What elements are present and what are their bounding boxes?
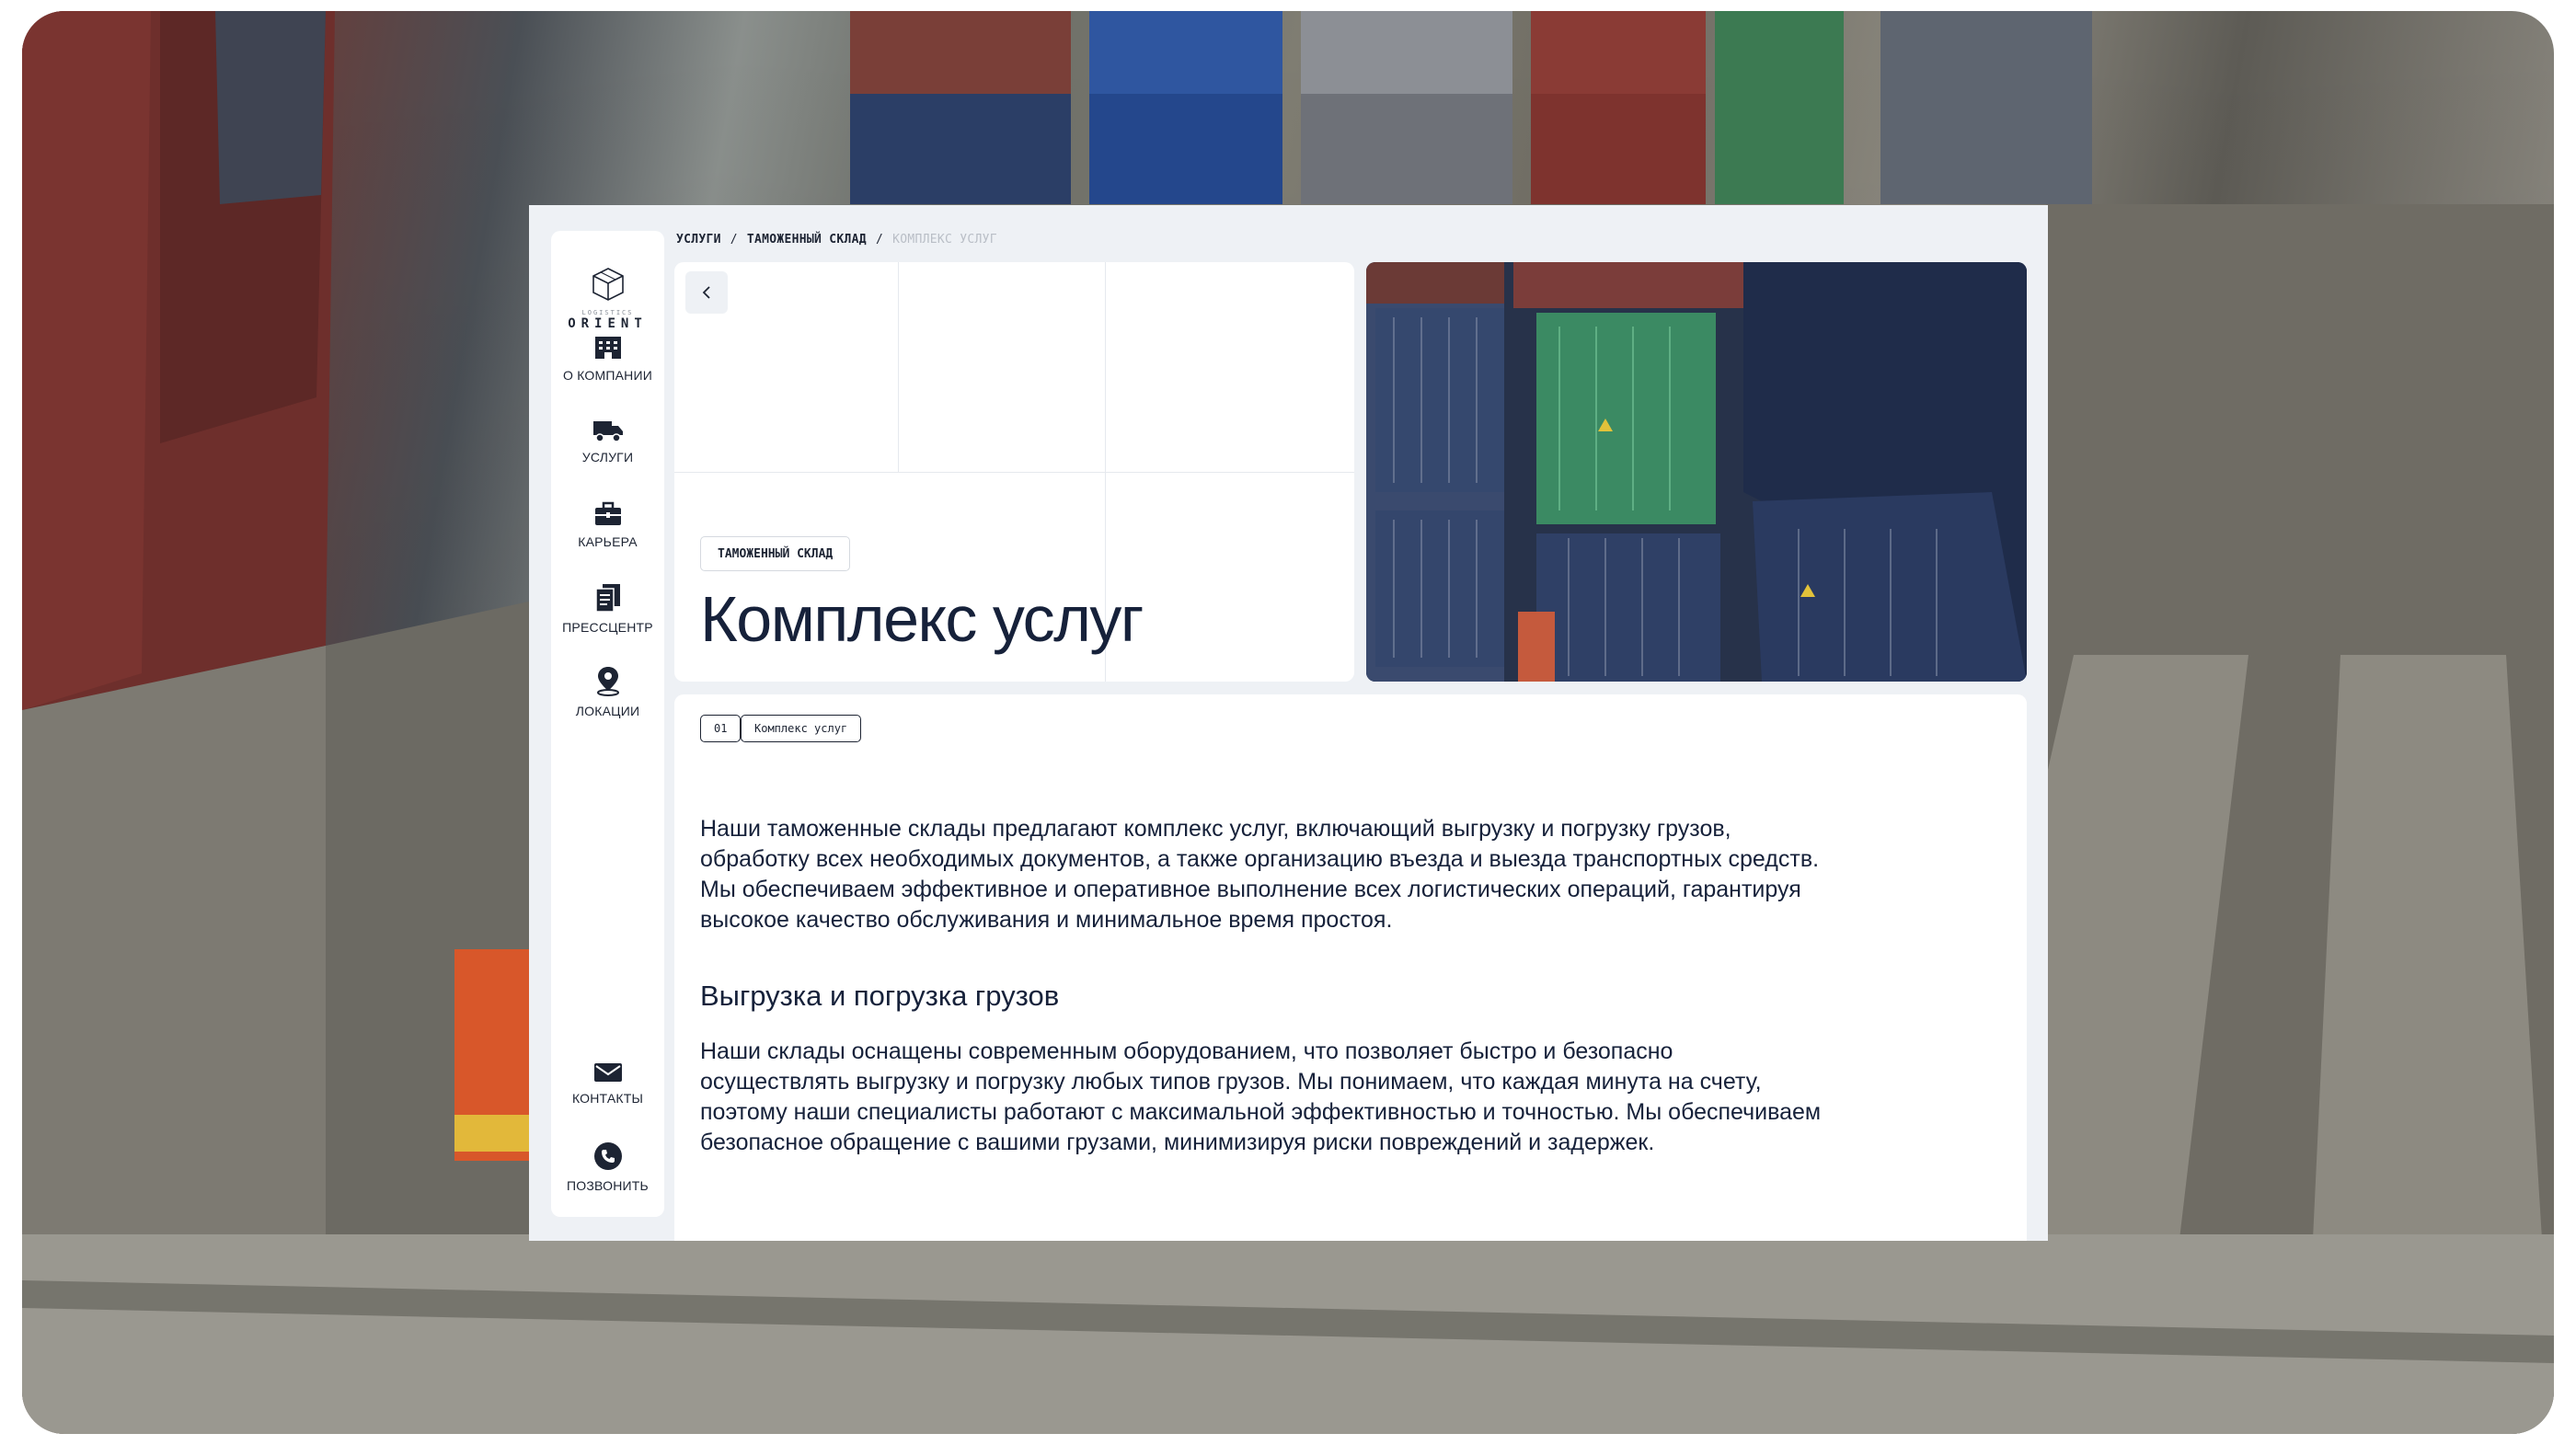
intro-paragraph: Наши таможенные склады предлагают компле… <box>700 816 1820 933</box>
page-title: Комплекс услуг <box>700 583 1144 655</box>
logo-subtitle: LOGISTICS <box>581 309 634 316</box>
grid-line <box>674 472 1354 473</box>
content-card: 01 Комплекс услуг Наши таможенные склады… <box>674 694 2027 1241</box>
sidebar-item-contacts[interactable]: КОНТАКТЫ <box>551 1061 664 1135</box>
mail-icon <box>593 1063 622 1082</box>
call-button[interactable]: ПОЗВОНИТЬ <box>551 1141 664 1215</box>
section-label-chip[interactable]: Комплекс услуг <box>741 715 862 742</box>
breadcrumb-item-current: КОМПЛЕКС УСЛУГ <box>892 233 997 247</box>
sidebar-item-label: ПОЗВОНИТЬ <box>567 1178 649 1193</box>
sidebar-item-label: КАРЬЕРА <box>578 534 638 549</box>
location-pin-icon <box>596 667 619 696</box>
breadcrumb-separator: / <box>875 233 884 247</box>
sidebar-item-label: О КОМПАНИИ <box>563 368 652 383</box>
hero-card: ТАМОЖЕННЫЙ СКЛАД Комплекс услуг <box>674 262 1354 682</box>
sidebar-item-presscenter[interactable]: ПРЕССЦЕНТР <box>551 583 664 657</box>
sidebar-item-about[interactable]: О КОМПАНИИ <box>551 335 664 408</box>
category-tag: ТАМОЖЕННЫЙ СКЛАД <box>700 536 851 571</box>
briefcase-icon <box>594 501 621 525</box>
section-paragraph: Наши склады оснащены современным оборудо… <box>700 1038 1822 1155</box>
sidebar-item-label: КОНТАКТЫ <box>571 1091 644 1106</box>
sidebar-item-label: ЛОКАЦИИ <box>575 704 640 718</box>
section-number-chip: 01 <box>700 715 742 742</box>
breadcrumb: УСЛУГИ / ТАМОЖЕННЫЙ СКЛАД / КОМПЛЕКС УСЛУГ <box>676 233 997 247</box>
grid-line <box>898 262 899 472</box>
section-heading: Выгрузка и погрузка грузов <box>700 980 1060 1012</box>
sidebar-item-label: УСЛУГИ <box>581 450 634 464</box>
hero-photo <box>1366 262 2027 682</box>
back-button[interactable] <box>685 271 728 314</box>
truck-icon <box>592 421 623 442</box>
sidebar-item-services[interactable]: УСЛУГИ <box>551 419 664 492</box>
documents-icon <box>594 584 620 613</box>
breadcrumb-item-services[interactable]: УСЛУГИ <box>676 233 721 247</box>
phone-icon <box>593 1142 622 1170</box>
building-icon <box>594 337 621 359</box>
logo-name: ORIENT <box>568 316 648 331</box>
sidebar: LOGISTICS ORIENT О КОМПАНИИ УСЛУГИ КАРЬЕ… <box>551 231 664 1217</box>
logo[interactable]: LOGISTICS ORIENT <box>551 266 664 331</box>
breadcrumb-item-customs-warehouse[interactable]: ТАМОЖЕННЫЙ СКЛАД <box>747 233 867 247</box>
chevron-left-icon <box>702 286 710 299</box>
sidebar-item-label: ПРЕССЦЕНТР <box>562 620 653 635</box>
cube-logo-icon <box>592 268 624 301</box>
browser-window: LOGISTICS ORIENT О КОМПАНИИ УСЛУГИ КАРЬЕ… <box>529 205 2048 1241</box>
sidebar-item-locations[interactable]: ЛОКАЦИИ <box>551 665 664 739</box>
sidebar-item-career[interactable]: КАРЬЕРА <box>551 501 664 575</box>
breadcrumb-separator: / <box>730 233 738 247</box>
